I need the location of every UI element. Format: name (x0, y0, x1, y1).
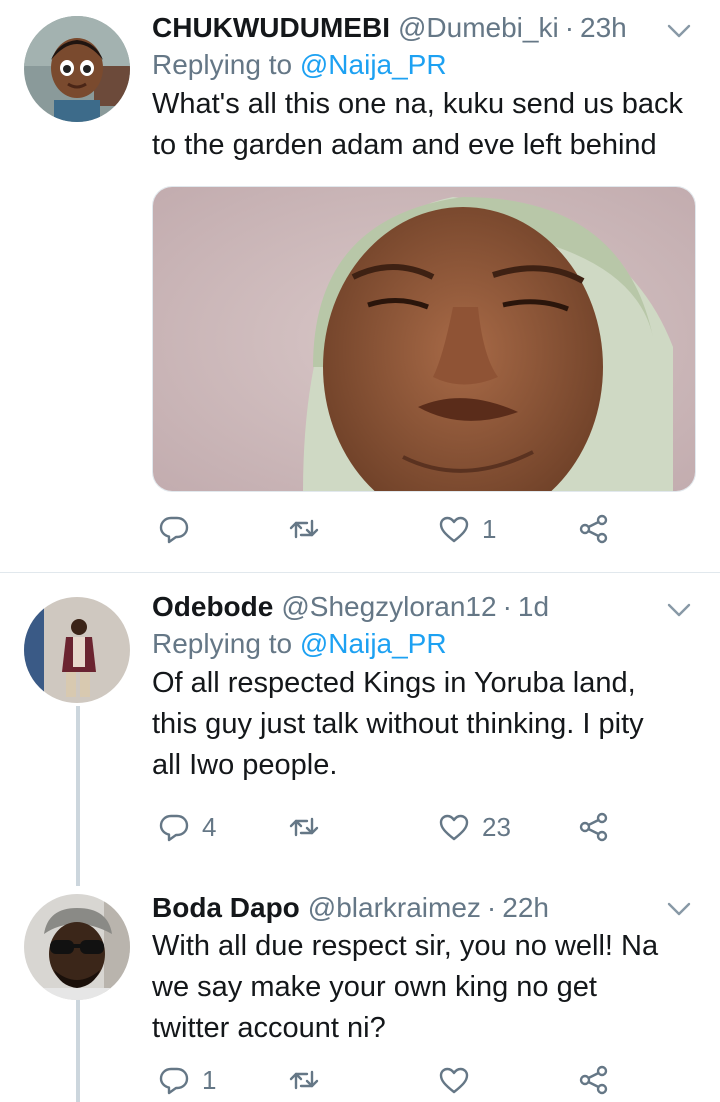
avatar[interactable] (24, 894, 130, 1000)
reply-button[interactable]: 4 (158, 811, 216, 843)
tweet-actions: 4 23 (152, 811, 622, 851)
reply-button[interactable] (158, 513, 202, 545)
tweet-actions: 1 (152, 513, 622, 553)
replying-to-mention[interactable]: @Naija_PR (300, 628, 447, 659)
separator-dot: · (486, 892, 497, 923)
like-icon (438, 513, 470, 545)
replying-to-mention[interactable]: @Naija_PR (300, 49, 447, 80)
tweet-text-line: to the garden adam and eve left behind (152, 129, 657, 161)
timestamp[interactable]: 23h (580, 10, 627, 46)
tweet-text-line: twitter account ni? (152, 1012, 386, 1044)
avatar[interactable] (24, 16, 130, 122)
timestamp[interactable]: 22h (502, 890, 549, 926)
like-count: 23 (482, 811, 511, 842)
share-button[interactable] (578, 1064, 610, 1096)
tweet-header: CHUKWUDUMEBI @Dumebi_ki · 23h (152, 10, 690, 46)
avatar[interactable] (24, 597, 130, 703)
share-icon (578, 513, 610, 545)
tweet-2[interactable]: Odebode @Shegzyloran12 · 1d Replying to … (0, 573, 720, 873)
tweet-header: Odebode @Shegzyloran12 · 1d (152, 589, 690, 625)
reply-count: 4 (202, 811, 217, 842)
like-icon (438, 1064, 470, 1096)
share-icon (578, 811, 610, 843)
tweet-3[interactable]: Boda Dapo @blarkraimez · 22h With all du… (0, 874, 720, 1102)
replying-to-line: Replying to @Naija_PR (152, 625, 690, 663)
reply-icon (158, 1064, 190, 1096)
tweet-text: What's all this one na, kuku send us bac… (152, 84, 690, 166)
tweet-text-line: With all due respect sir, you no well! N… (152, 930, 659, 962)
tweet-media-image[interactable] (152, 186, 696, 492)
tweet-1[interactable]: CHUKWUDUMEBI @Dumebi_ki · 23h Replying t… (0, 0, 720, 572)
replying-to-label: Replying to (152, 49, 293, 80)
chevron-down-icon[interactable] (666, 18, 692, 44)
retweet-button[interactable] (288, 811, 332, 843)
like-count: 1 (482, 513, 497, 544)
retweet-button[interactable] (288, 513, 332, 545)
tweet-actions: 1 (152, 1064, 622, 1102)
user-handle[interactable]: @blarkraimez (308, 890, 481, 926)
tweet-header: Boda Dapo @blarkraimez · 22h (152, 890, 690, 926)
replying-to-label: Replying to (152, 628, 293, 659)
replying-to-line: Replying to @Naija_PR (152, 46, 690, 84)
chevron-down-icon[interactable] (666, 896, 692, 922)
separator-dot: · (564, 12, 575, 43)
tweet-text: With all due respect sir, you no well! N… (152, 926, 690, 1049)
chevron-down-icon[interactable] (666, 597, 692, 623)
tweet-text: Of all respected Kings in Yoruba land, t… (152, 663, 690, 786)
display-name[interactable]: CHUKWUDUMEBI (152, 10, 390, 46)
like-button[interactable] (438, 1064, 482, 1096)
user-handle[interactable]: @Dumebi_ki (398, 10, 559, 46)
share-button[interactable] (578, 811, 610, 843)
user-handle[interactable]: @Shegzyloran12 (281, 589, 496, 625)
tweet-text-line: this guy just talk without thinking. I p… (152, 708, 644, 740)
tweet-text-line: all Iwo people. (152, 749, 338, 781)
retweet-icon (288, 1064, 320, 1096)
share-icon (578, 1064, 610, 1096)
retweet-button[interactable] (288, 1064, 332, 1096)
reply-count: 1 (202, 1064, 217, 1095)
reply-button[interactable]: 1 (158, 1064, 216, 1096)
retweet-icon (288, 513, 320, 545)
reply-icon (158, 513, 190, 545)
like-icon (438, 811, 470, 843)
retweet-icon (288, 811, 320, 843)
separator-dot: · (502, 591, 512, 622)
like-button[interactable]: 1 (438, 513, 496, 545)
reply-icon (158, 811, 190, 843)
share-button[interactable] (578, 513, 610, 545)
like-button[interactable]: 23 (438, 811, 511, 843)
tweet-text-line: Of all respected Kings in Yoruba land, (152, 667, 636, 699)
display-name[interactable]: Boda Dapo (152, 890, 300, 926)
tweet-text-line: we say make your own king no get (152, 971, 597, 1003)
display-name[interactable]: Odebode (152, 589, 273, 625)
tweet-text-line: What's all this one na, kuku send us bac… (152, 88, 684, 120)
timestamp[interactable]: 1d (518, 589, 549, 625)
